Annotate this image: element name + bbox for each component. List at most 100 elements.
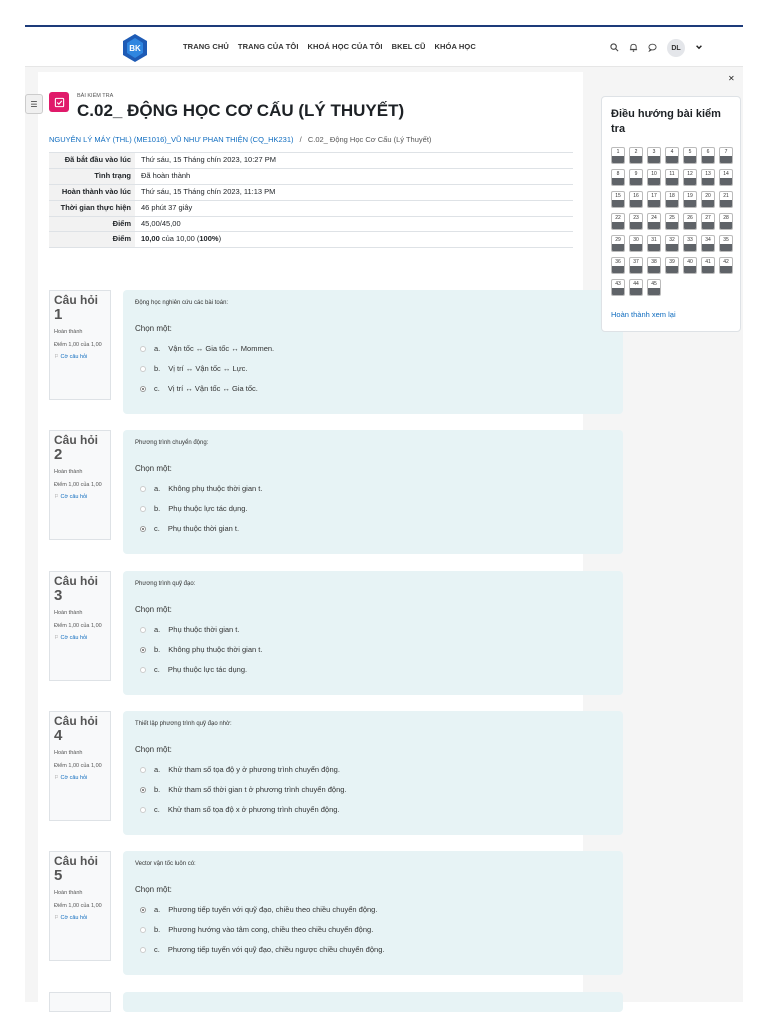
radio-button[interactable] — [140, 345, 146, 352]
radio-button[interactable] — [140, 525, 146, 532]
course-index-toggle[interactable]: ☰ — [25, 94, 43, 114]
answer-option[interactable]: b. Phụ thuộc lực tác dụng. — [135, 504, 611, 513]
quiz-nav-button[interactable]: 8 — [611, 168, 625, 186]
quiz-nav-button[interactable]: 10 — [647, 168, 661, 186]
breadcrumb-current[interactable]: C.02_ Động Học Cơ Cấu (Lý Thuyết) — [308, 135, 432, 144]
nav-my-page[interactable]: TRANG CỦA TÔI — [238, 42, 299, 51]
quiz-nav-button[interactable]: 34 — [701, 234, 715, 252]
quiz-nav-button[interactable]: 21 — [719, 190, 733, 208]
quiz-nav-button[interactable]: 2 — [629, 146, 643, 164]
quiz-nav-button[interactable]: 1 — [611, 146, 625, 164]
quiz-nav-button[interactable]: 25 — [665, 212, 679, 230]
quiz-nav-button[interactable]: 19 — [683, 190, 697, 208]
quiz-nav-button[interactable]: 14 — [719, 168, 733, 186]
radio-button[interactable] — [140, 786, 146, 793]
flag-question-link[interactable]: ⚐ Cờ câu hỏi — [54, 354, 106, 360]
radio-button[interactable] — [140, 385, 146, 392]
quiz-nav-button[interactable]: 16 — [629, 190, 643, 208]
quiz-nav-button[interactable]: 27 — [701, 212, 715, 230]
answer-option[interactable]: a. Vận tốc ↔ Gia tốc ↔ Mommen. — [135, 344, 611, 353]
quiz-nav-button[interactable]: 6 — [701, 146, 715, 164]
nav-old-bkel[interactable]: BKEL CŨ — [392, 42, 426, 51]
answered-indicator — [630, 287, 642, 295]
chat-icon[interactable] — [648, 43, 657, 54]
bell-icon[interactable] — [629, 43, 638, 54]
quiz-nav-button[interactable]: 42 — [719, 256, 733, 274]
quiz-nav-button[interactable]: 9 — [629, 168, 643, 186]
quiz-nav-button[interactable]: 30 — [629, 234, 643, 252]
quiz-nav-button[interactable]: 11 — [665, 168, 679, 186]
quiz-nav-button[interactable]: 36 — [611, 256, 625, 274]
quiz-nav-button[interactable]: 3 — [647, 146, 661, 164]
quiz-nav-button[interactable]: 33 — [683, 234, 697, 252]
option-letter: a. — [154, 484, 161, 493]
quiz-nav-button[interactable]: 15 — [611, 190, 625, 208]
nav-home[interactable]: TRANG CHỦ — [183, 42, 229, 51]
quiz-nav-button[interactable]: 20 — [701, 190, 715, 208]
radio-button[interactable] — [140, 666, 146, 673]
radio-button[interactable] — [140, 766, 146, 773]
flag-question-link[interactable]: ⚐ Cờ câu hỏi — [54, 635, 106, 641]
quiz-nav-button[interactable]: 12 — [683, 168, 697, 186]
quiz-nav-button[interactable]: 31 — [647, 234, 661, 252]
quiz-nav-button[interactable]: 13 — [701, 168, 715, 186]
radio-button[interactable] — [140, 485, 146, 492]
answer-option[interactable]: c. Phụ thuộc lực tác dụng. — [135, 665, 611, 674]
answer-option[interactable]: b. Vị trí ↔ Vận tốc ↔ Lực. — [135, 364, 611, 373]
radio-button[interactable] — [140, 806, 146, 813]
radio-button[interactable] — [140, 365, 146, 372]
quiz-nav-button[interactable]: 18 — [665, 190, 679, 208]
answer-option[interactable]: c. Phụ thuộc thời gian t. — [135, 524, 611, 533]
quiz-nav-button[interactable]: 28 — [719, 212, 733, 230]
quiz-nav-button[interactable]: 43 — [611, 278, 625, 296]
quiz-nav-button[interactable]: 38 — [647, 256, 661, 274]
quiz-nav-button[interactable]: 4 — [665, 146, 679, 164]
nav-my-courses[interactable]: KHOÁ HỌC CỦA TÔI — [308, 42, 383, 51]
quiz-nav-button[interactable]: 45 — [647, 278, 661, 296]
quiz-nav-button[interactable]: 22 — [611, 212, 625, 230]
answer-option[interactable]: b. Khử tham số thời gian t ở phương trìn… — [135, 785, 611, 794]
answer-option[interactable]: a. Không phụ thuộc thời gian t. — [135, 484, 611, 493]
radio-button[interactable] — [140, 946, 146, 953]
answer-option[interactable]: a. Khử tham số tọa độ y ở phương trình c… — [135, 765, 611, 774]
flag-question-link[interactable]: ⚐ Cờ câu hỏi — [54, 494, 106, 500]
quiz-nav-button[interactable]: 41 — [701, 256, 715, 274]
close-drawer-icon[interactable]: ✕ — [728, 74, 735, 83]
quiz-nav-button[interactable]: 37 — [629, 256, 643, 274]
answer-option[interactable]: a. Phương tiếp tuyến với quỹ đạo, chiều … — [135, 905, 611, 914]
quiz-nav-button[interactable]: 35 — [719, 234, 733, 252]
answer-option[interactable]: b. Phương hướng vào tâm cong, chiều theo… — [135, 925, 611, 934]
answer-option[interactable]: b. Không phụ thuộc thời gian t. — [135, 645, 611, 654]
question-grade: Điểm 1,00 của 1,00 — [54, 622, 102, 629]
quiz-nav-button[interactable]: 32 — [665, 234, 679, 252]
quiz-nav-button[interactable]: 23 — [629, 212, 643, 230]
nav-courses[interactable]: KHÓA HỌC — [435, 42, 476, 51]
quiz-nav-button[interactable]: 39 — [665, 256, 679, 274]
answer-option[interactable]: c. Vị trí ↔ Vận tốc ↔ Gia tốc. — [135, 384, 611, 393]
quiz-nav-button[interactable]: 44 — [629, 278, 643, 296]
radio-button[interactable] — [140, 626, 146, 633]
flag-question-link[interactable]: ⚐ Cờ câu hỏi — [54, 915, 106, 921]
answer-option[interactable]: c. Khử tham số tọa độ x ở phương trình c… — [135, 805, 611, 814]
quiz-nav-button[interactable]: 40 — [683, 256, 697, 274]
quiz-nav-button[interactable]: 24 — [647, 212, 661, 230]
breadcrumb-course-link[interactable]: NGUYÊN LÝ MÁY (THL) (ME1016)_VŨ NHƯ PHAN… — [49, 135, 294, 144]
answer-option[interactable]: c. Phương tiếp tuyến với quỹ đạo, chiều … — [135, 945, 611, 954]
answered-indicator — [630, 243, 642, 251]
quiz-nav-button[interactable]: 29 — [611, 234, 625, 252]
answer-option[interactable]: a. Phụ thuộc thời gian t. — [135, 625, 611, 634]
user-avatar[interactable]: DL — [667, 39, 685, 57]
radio-button[interactable] — [140, 646, 146, 653]
search-icon[interactable] — [610, 42, 619, 54]
finish-review-link[interactable]: Hoàn thành xem lại — [611, 310, 731, 319]
radio-button[interactable] — [140, 505, 146, 512]
quiz-nav-button[interactable]: 5 — [683, 146, 697, 164]
flag-question-link[interactable]: ⚐ Cờ câu hỏi — [54, 775, 106, 781]
quiz-nav-button[interactable]: 7 — [719, 146, 733, 164]
radio-button[interactable] — [140, 926, 146, 933]
quiz-nav-button[interactable]: 26 — [683, 212, 697, 230]
quiz-nav-button[interactable]: 17 — [647, 190, 661, 208]
radio-button[interactable] — [140, 906, 146, 913]
chevron-down-icon[interactable] — [695, 43, 703, 53]
bk-logo[interactable]: BK — [120, 33, 150, 63]
